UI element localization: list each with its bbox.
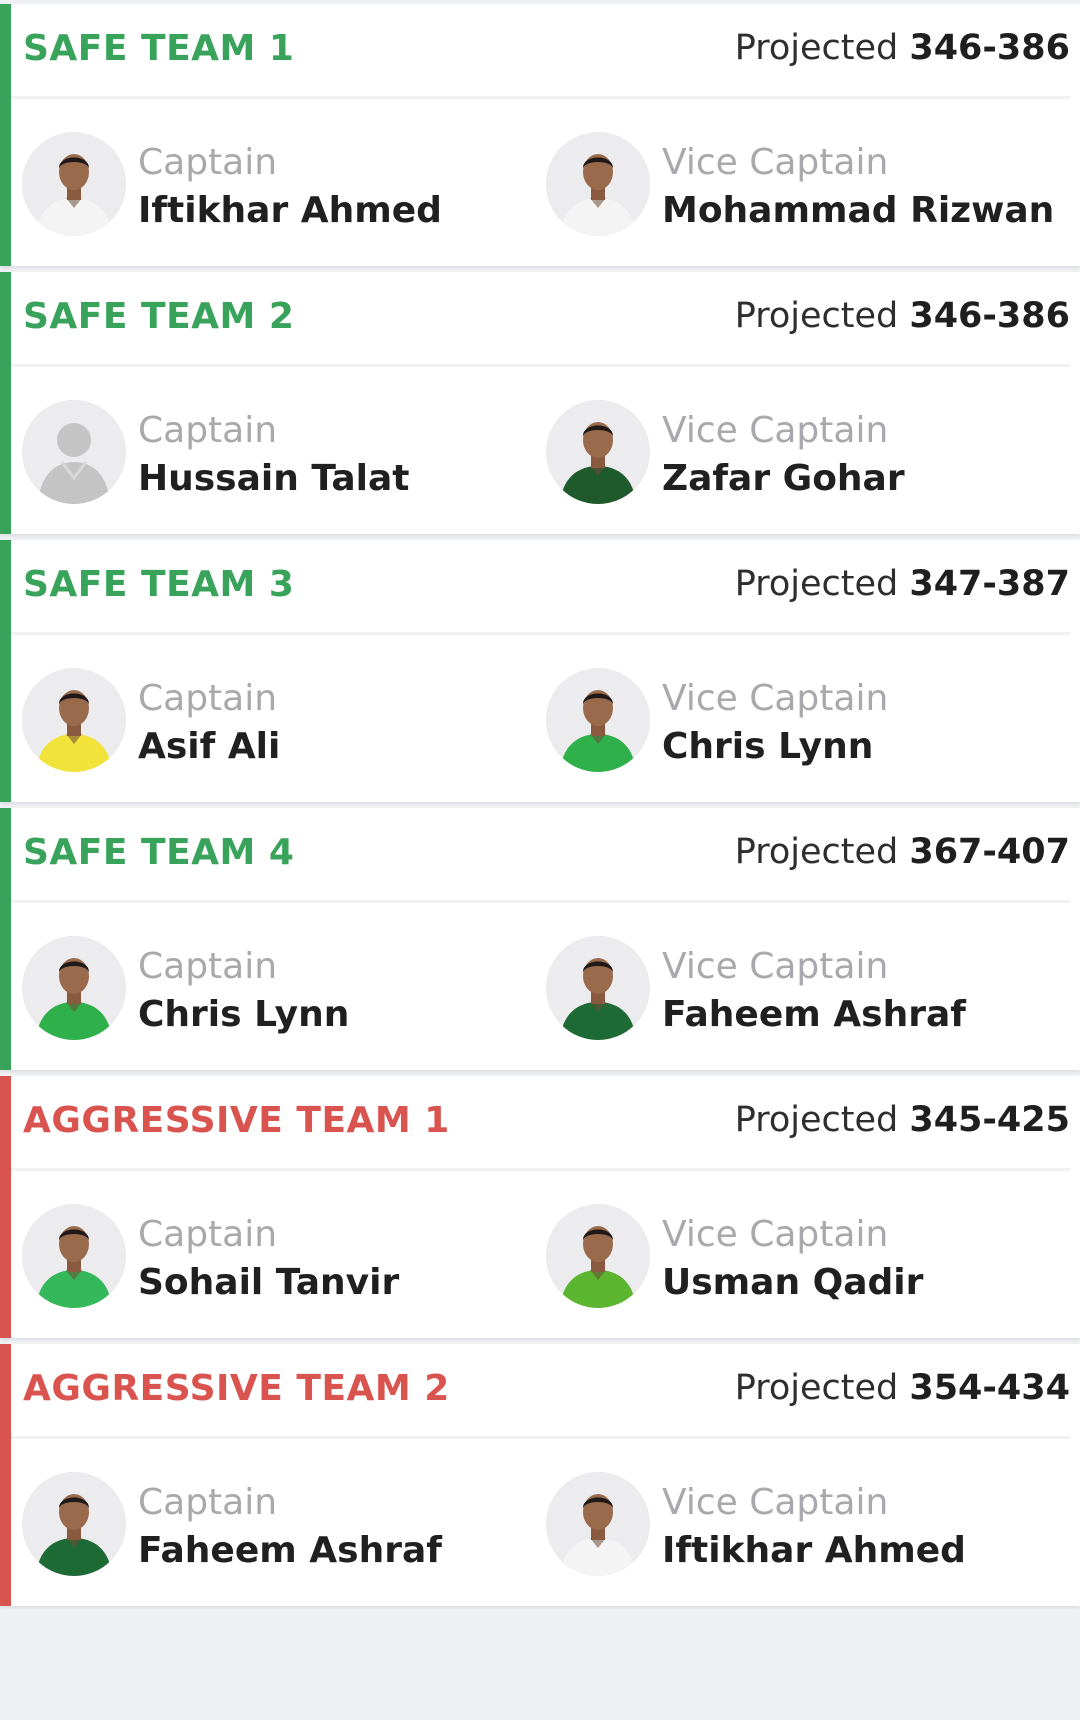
team-card[interactable]: SAFE TEAM 3 Projected 347-387 Captain Asif…	[0, 540, 1080, 802]
player-avatar-icon	[22, 1472, 126, 1576]
role-label: Captain	[138, 946, 278, 987]
projected-score: Projected 345-425	[735, 1100, 1070, 1140]
team-suggestions-list: SAFE TEAM 1 Projected 346-386 Captain Ifti…	[0, 0, 1080, 1720]
player-name: Iftikhar Ahmed	[138, 190, 442, 231]
player-avatar-icon	[546, 668, 650, 772]
projected-range: 347-387	[909, 564, 1070, 604]
team-name: SAFE TEAM 1	[23, 28, 295, 69]
player-avatar-icon	[546, 400, 650, 504]
team-card[interactable]: SAFE TEAM 2 Projected 346-386 Captain Huss…	[0, 272, 1080, 534]
player-avatar-icon	[22, 132, 126, 236]
team-name: SAFE TEAM 2	[23, 296, 295, 337]
projected-label: Projected	[734, 832, 899, 872]
player-name: Faheem Ashraf	[138, 1530, 442, 1571]
player-avatar-icon	[546, 1472, 650, 1576]
team-card-header: AGGRESSIVE TEAM 2 Projected 354-434	[11, 1344, 1070, 1439]
role-label: Vice Captain	[662, 1482, 889, 1523]
projected-range: 367-407	[909, 832, 1070, 872]
projected-range: 346-386	[909, 296, 1070, 336]
safe-accent-bar	[0, 540, 11, 802]
player-avatar-icon	[546, 132, 650, 236]
role-label: Captain	[138, 1214, 278, 1255]
role-label: Vice Captain	[662, 142, 889, 183]
role-label: Vice Captain	[662, 678, 889, 719]
projected-score: Projected 347-387	[735, 564, 1070, 604]
role-label: Captain	[138, 678, 278, 719]
projected-range: 345-425	[909, 1100, 1070, 1140]
role-label: Captain	[138, 1482, 278, 1523]
player-avatar-icon	[546, 936, 650, 1040]
team-card-header: AGGRESSIVE TEAM 1 Projected 345-425	[11, 1076, 1070, 1171]
team-name: AGGRESSIVE TEAM 2	[23, 1368, 450, 1409]
player-name: Chris Lynn	[662, 726, 874, 767]
player-silhouette-icon	[22, 400, 126, 504]
player-name: Iftikhar Ahmed	[662, 1530, 966, 1571]
role-label: Vice Captain	[662, 1214, 889, 1255]
player-name: Usman Qadir	[662, 1262, 924, 1303]
projected-score: Projected 354-434	[735, 1368, 1070, 1408]
projected-range: 354-434	[909, 1368, 1070, 1408]
team-name: AGGRESSIVE TEAM 1	[23, 1100, 450, 1141]
safe-accent-bar	[0, 272, 11, 534]
aggressive-accent-bar	[0, 1344, 11, 1606]
projected-score: Projected 346-386	[735, 28, 1070, 68]
projected-label: Projected	[734, 564, 899, 604]
role-label: Captain	[138, 410, 278, 451]
player-name: Chris Lynn	[138, 994, 350, 1035]
player-name: Faheem Ashraf	[662, 994, 966, 1035]
player-avatar-icon	[546, 1204, 650, 1308]
team-card[interactable]: SAFE TEAM 1 Projected 346-386 Captain Ifti…	[0, 4, 1080, 266]
player-name: Mohammad Rizwan	[662, 190, 1055, 231]
projected-score: Projected 346-386	[735, 296, 1070, 336]
safe-accent-bar	[0, 4, 11, 266]
team-card[interactable]: AGGRESSIVE TEAM 1 Projected 345-425 Capta…	[0, 1076, 1080, 1338]
projected-label: Projected	[734, 296, 899, 336]
projected-label: Projected	[734, 28, 899, 68]
team-card[interactable]: SAFE TEAM 4 Projected 367-407 Captain Chri…	[0, 808, 1080, 1070]
role-label: Vice Captain	[662, 410, 889, 451]
projected-range: 346-386	[909, 28, 1070, 68]
safe-accent-bar	[0, 808, 11, 1070]
projected-label: Projected	[734, 1100, 899, 1140]
player-avatar-icon	[22, 936, 126, 1040]
team-card-header: SAFE TEAM 2 Projected 346-386	[11, 272, 1070, 367]
team-name: SAFE TEAM 3	[23, 564, 295, 605]
team-card-header: SAFE TEAM 1 Projected 346-386	[11, 4, 1070, 99]
projected-score: Projected 367-407	[735, 832, 1070, 872]
player-avatar-icon	[22, 1204, 126, 1308]
player-name: Hussain Talat	[138, 458, 410, 499]
role-label: Vice Captain	[662, 946, 889, 987]
aggressive-accent-bar	[0, 1076, 11, 1338]
team-card[interactable]: AGGRESSIVE TEAM 2 Projected 354-434 Capta…	[0, 1344, 1080, 1606]
team-card-header: SAFE TEAM 4 Projected 367-407	[11, 808, 1070, 903]
projected-label: Projected	[734, 1368, 899, 1408]
role-label: Captain	[138, 142, 278, 183]
player-avatar-icon	[22, 668, 126, 772]
team-card-header: SAFE TEAM 3 Projected 347-387	[11, 540, 1070, 635]
team-name: SAFE TEAM 4	[23, 832, 295, 873]
player-name: Sohail Tanvir	[138, 1262, 400, 1303]
player-name: Asif Ali	[138, 726, 281, 767]
player-name: Zafar Gohar	[662, 458, 905, 499]
